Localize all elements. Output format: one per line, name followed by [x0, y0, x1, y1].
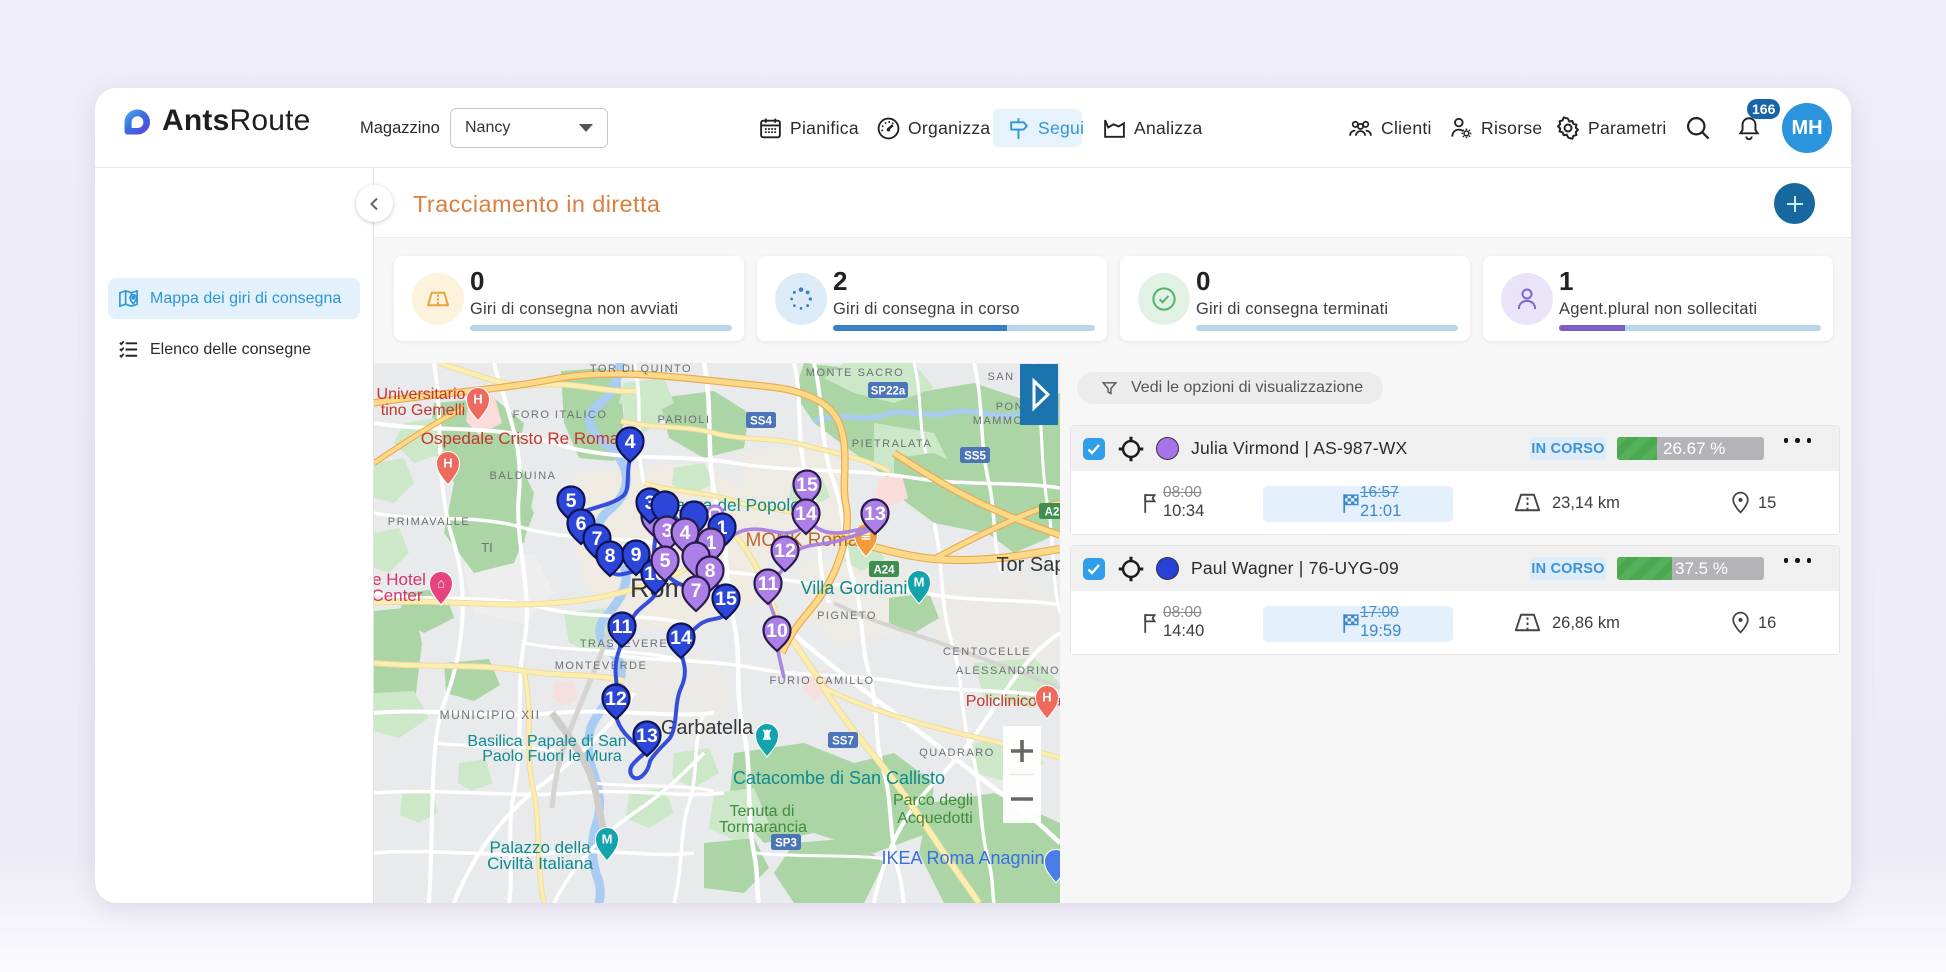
svg-text:Universitario: Universitario [377, 386, 466, 403]
svg-text:SS7: SS7 [832, 736, 854, 748]
svg-text:Villa Gordiani: Villa Gordiani [801, 578, 908, 598]
svg-text:12: 12 [774, 540, 796, 562]
svg-text:8: 8 [605, 545, 616, 567]
svg-text:M: M [914, 575, 925, 590]
svg-text:BALDUINA: BALDUINA [489, 470, 556, 482]
svg-text:Tormarancia: Tormarancia [719, 819, 807, 836]
svg-text:CENTOCELLE: CENTOCELLE [943, 646, 1031, 658]
svg-text:Acquedotti: Acquedotti [897, 810, 973, 827]
svg-text:MONTE SACRO: MONTE SACRO [806, 367, 904, 379]
svg-text:MONTEVERDE: MONTEVERDE [555, 660, 648, 672]
svg-text:15: 15 [715, 588, 737, 610]
svg-text:5: 5 [660, 550, 671, 572]
svg-text:Civiltà Italiana: Civiltà Italiana [487, 854, 593, 873]
svg-text:10: 10 [766, 620, 788, 642]
svg-text:H: H [1042, 690, 1051, 705]
svg-text:13: 13 [636, 725, 658, 747]
svg-text:Tenuta di: Tenuta di [730, 803, 795, 820]
svg-text:Catacombe di San Callisto: Catacombe di San Callisto [733, 768, 945, 788]
svg-text:MUNICIPIO XII: MUNICIPIO XII [440, 708, 541, 722]
svg-text:14: 14 [795, 503, 817, 525]
svg-text:SS4: SS4 [750, 416, 772, 428]
svg-text:4: 4 [625, 431, 636, 453]
svg-text:9: 9 [631, 544, 642, 566]
svg-text:PIGNETO: PIGNETO [817, 610, 877, 622]
svg-text:PRIMAVALLE: PRIMAVALLE [388, 516, 470, 528]
svg-text:TI: TI [481, 540, 493, 555]
svg-text:SS5: SS5 [964, 451, 986, 463]
svg-text:Center: Center [374, 586, 423, 605]
svg-text:11: 11 [612, 616, 633, 638]
svg-text:PIETRALATA: PIETRALATA [852, 438, 933, 450]
svg-text:H: H [473, 392, 482, 407]
svg-text:Ospedale Cristo Re Roma: Ospedale Cristo Re Roma [421, 429, 620, 448]
svg-text:15: 15 [796, 474, 818, 496]
svg-text:A24: A24 [873, 565, 895, 577]
svg-text:SP3: SP3 [775, 838, 797, 850]
svg-text:11: 11 [758, 573, 779, 595]
svg-text:ALESSANDRINO: ALESSANDRINO [956, 665, 1060, 677]
svg-text:TOR DI QUINTO: TOR DI QUINTO [590, 363, 692, 375]
svg-text:QUADRARO: QUADRARO [919, 747, 995, 759]
svg-text:14: 14 [670, 627, 692, 649]
svg-text:Tor Sap: Tor Sap [997, 554, 1060, 576]
svg-text:SP22a: SP22a [871, 386, 906, 398]
svg-text:IKEA Roma Anagnina: IKEA Roma Anagnina [881, 848, 1055, 868]
svg-text:SAN: SAN [987, 371, 1014, 383]
svg-text:5: 5 [566, 490, 577, 512]
svg-text:12: 12 [605, 688, 627, 710]
svg-text:⌂: ⌂ [437, 576, 445, 591]
svg-text:♜: ♜ [761, 728, 773, 743]
svg-text:8: 8 [705, 560, 716, 582]
svg-text:4: 4 [680, 522, 691, 544]
svg-text:M: M [602, 832, 613, 847]
svg-text:7: 7 [691, 580, 702, 602]
svg-text:tino Gemelli: tino Gemelli [381, 402, 465, 419]
svg-text:13: 13 [864, 503, 886, 525]
svg-text:A2: A2 [1045, 507, 1060, 519]
svg-text:FORO ITALICO: FORO ITALICO [513, 409, 608, 421]
svg-text:PARIOLI: PARIOLI [657, 414, 710, 426]
svg-text:Paolo Fuori le Mura: Paolo Fuori le Mura [482, 748, 622, 765]
svg-text:H: H [443, 456, 452, 471]
svg-text:Parco degli: Parco degli [893, 792, 973, 809]
